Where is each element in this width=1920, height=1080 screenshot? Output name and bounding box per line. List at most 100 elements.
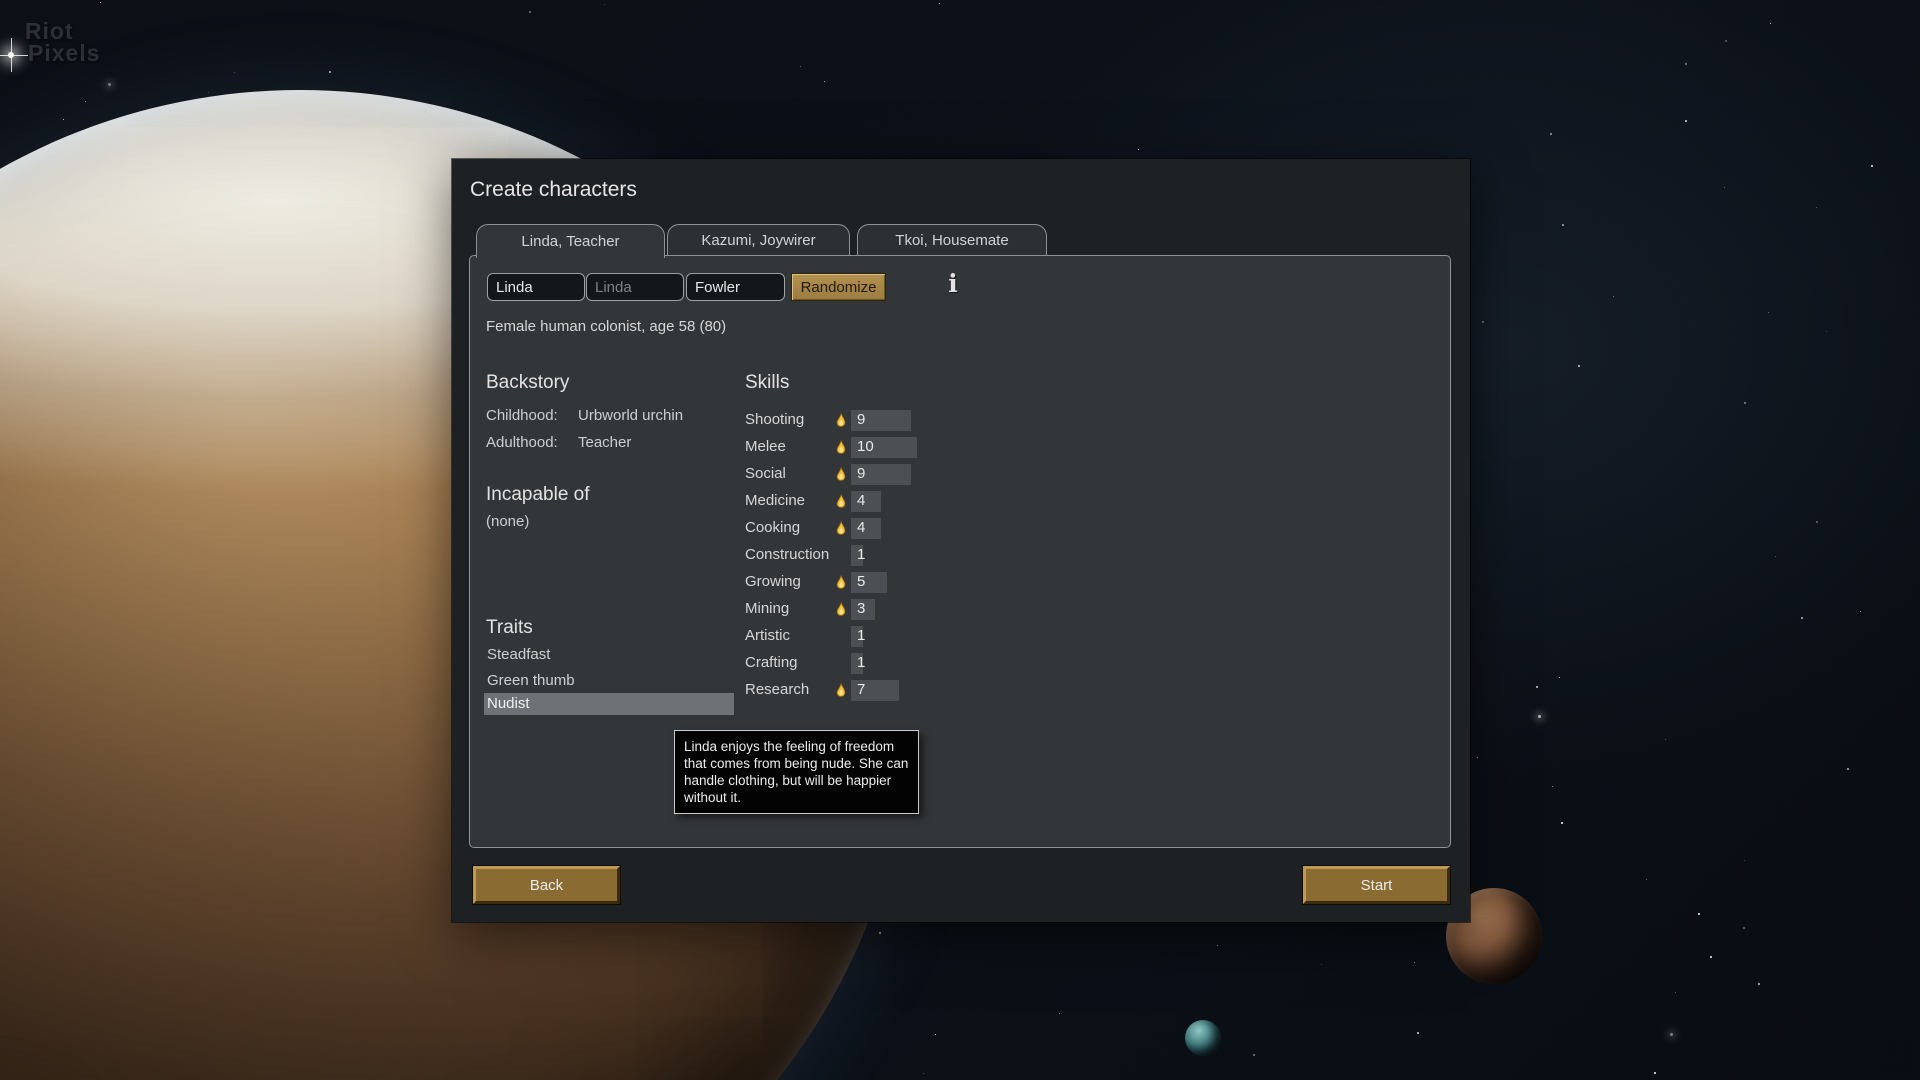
tab-linda-teacher[interactable]: Linda, Teacher	[476, 224, 665, 258]
passion-flame-icon	[835, 602, 847, 617]
star	[234, 72, 235, 73]
star	[1770, 23, 1771, 24]
skill-label: Research	[745, 681, 810, 698]
adulthood-label: Adulthood:	[486, 434, 558, 451]
star	[1646, 879, 1647, 880]
star	[108, 83, 111, 86]
star	[1414, 962, 1415, 963]
star	[1744, 402, 1746, 404]
star	[1847, 768, 1849, 770]
skill-label: Melee	[745, 438, 786, 455]
star	[1698, 913, 1700, 915]
star	[1561, 822, 1563, 824]
skill-row-growing: Growing 5	[745, 569, 1175, 595]
skill-level-value: 10	[857, 438, 874, 455]
star	[1710, 956, 1712, 958]
skill-label: Crafting	[745, 654, 798, 671]
star	[1482, 321, 1484, 323]
skill-level-bar	[851, 518, 881, 539]
skill-level-value: 9	[857, 411, 866, 428]
skill-level-value: 7	[857, 681, 866, 698]
incapable-heading: Incapable of	[486, 484, 590, 505]
skill-level-bar	[851, 491, 881, 512]
star	[1860, 611, 1861, 612]
dialog-title: Create characters	[470, 178, 637, 201]
star	[879, 932, 881, 934]
randomize-button[interactable]: Randomize	[791, 273, 886, 301]
start-button[interactable]: Start	[1303, 866, 1450, 904]
star	[1826, 331, 1827, 332]
skill-row-cooking: Cooking 4	[745, 515, 1175, 541]
skill-label: Social	[745, 465, 786, 482]
skill-level-value: 3	[857, 600, 866, 617]
nickname-input[interactable]	[586, 273, 684, 301]
star	[1253, 1054, 1255, 1056]
skill-label: Construction	[745, 546, 830, 563]
childhood-value: Urbworld urchin	[578, 407, 684, 424]
passion-flame-icon	[835, 494, 847, 509]
skill-level-value: 1	[857, 654, 866, 671]
star	[939, 3, 940, 4]
trait-row-green-thumb[interactable]: Green thumb	[484, 670, 734, 692]
star	[1724, 187, 1725, 188]
star	[1321, 964, 1322, 965]
watermark-line2: Pixels	[28, 40, 101, 66]
trait-row-nudist[interactable]: Nudist	[484, 693, 734, 715]
adulthood-value: Teacher	[578, 434, 632, 451]
trait-row-steadfast[interactable]: Steadfast	[484, 644, 734, 666]
star	[824, 81, 825, 82]
skill-row-artistic: Artistic 1	[745, 623, 1175, 649]
star	[1578, 365, 1580, 367]
back-button[interactable]: Back	[473, 866, 620, 904]
skill-row-medicine: Medicine 4	[745, 488, 1175, 514]
star	[1138, 149, 1139, 150]
create-characters-dialog: Create characters Linda, Teacher Kazumi, …	[452, 159, 1470, 922]
star	[85, 101, 86, 102]
skills-heading: Skills	[745, 372, 790, 393]
passion-flame-icon	[835, 440, 847, 455]
skill-level-value: 5	[857, 573, 866, 590]
star	[935, 1034, 936, 1035]
star	[1816, 521, 1818, 523]
skill-label: Shooting	[745, 411, 805, 428]
tab-kazumi-joywirer[interactable]: Kazumi, Joywirer	[667, 224, 850, 256]
info-icon[interactable]: i	[944, 269, 962, 299]
first-name-input[interactable]	[487, 273, 585, 301]
passion-flame-icon	[835, 683, 847, 698]
skill-level-value: 4	[857, 492, 866, 509]
skill-row-shooting: Shooting 9	[745, 407, 1175, 433]
star	[329, 71, 331, 73]
skill-row-crafting: Crafting 1	[745, 650, 1175, 676]
skill-label: Medicine	[745, 492, 806, 509]
star	[1536, 686, 1538, 688]
star	[1417, 1032, 1419, 1034]
skill-label: Artistic	[745, 627, 790, 644]
star	[1217, 945, 1218, 946]
passion-flame-icon	[835, 413, 847, 428]
star	[1654, 1072, 1656, 1074]
star	[800, 66, 801, 67]
riot-pixels-watermark: Riot Pixels	[25, 20, 101, 66]
star	[1744, 860, 1745, 861]
star	[604, 4, 605, 5]
skill-label: Growing	[745, 573, 801, 590]
traits-heading: Traits	[486, 617, 533, 638]
tab-tkoi-housemate[interactable]: Tkoi, Housemate	[857, 224, 1047, 256]
star	[1768, 312, 1769, 313]
star	[1613, 296, 1614, 297]
star	[1552, 786, 1553, 787]
skill-level-value: 9	[857, 465, 866, 482]
star	[1559, 677, 1560, 678]
skill-row-research: Research 7	[745, 677, 1175, 703]
star	[100, 2, 101, 3]
bright-star-flare	[0, 38, 28, 72]
character-panel: Randomize i Female human colonist, age 5…	[469, 255, 1451, 848]
childhood-label: Childhood:	[486, 407, 558, 424]
star	[1665, 739, 1666, 740]
passion-flame-icon	[835, 521, 847, 536]
last-name-input[interactable]	[686, 273, 785, 301]
skill-level-value: 1	[857, 627, 866, 644]
star	[1685, 120, 1687, 122]
star	[1871, 165, 1873, 167]
skill-level-value: 1	[857, 546, 866, 563]
